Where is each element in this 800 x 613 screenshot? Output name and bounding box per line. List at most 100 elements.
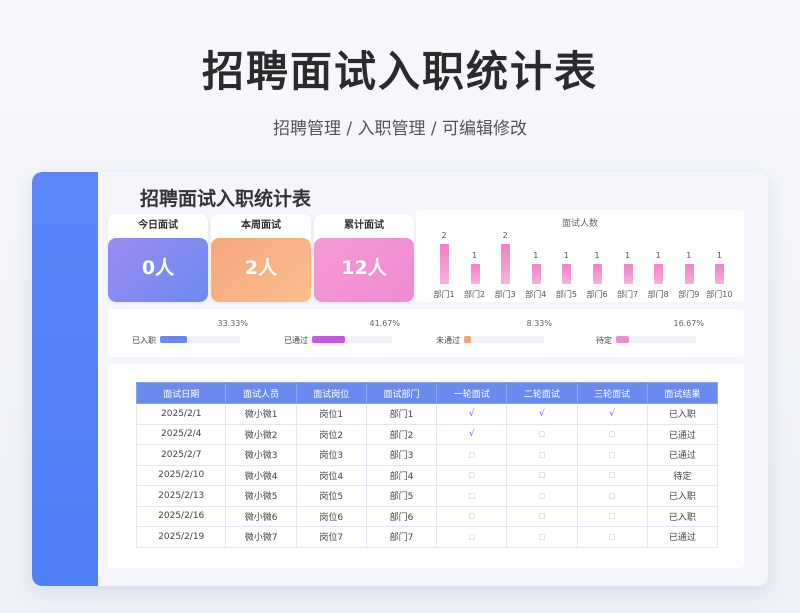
table-cell[interactable]: 已入职 — [646, 505, 719, 527]
bar-value-label: 1 — [533, 251, 539, 260]
table-cell[interactable]: √ — [506, 403, 578, 425]
bar — [593, 264, 602, 284]
interview-table: 面试日期 面试人员 面试岗位 面试部门 一轮面试 二轮面试 三轮面试 面试结果 2025/2/… — [135, 382, 719, 548]
table-cell[interactable]: □ — [436, 526, 508, 548]
table-cell[interactable]: □ — [436, 464, 508, 486]
sidebar-accent — [32, 172, 98, 586]
table-row[interactable]: 2025/2/10 微小微4 岗位4 部门4 □ □ □ 待定 — [135, 464, 719, 486]
progress-fill — [312, 336, 346, 343]
result-progress-panel: 33.33% 已入职 41.67% 已通过 8.33% 未通过 16.67% 待定 — [108, 309, 744, 357]
progress-item: 33.33% 已入职 — [108, 309, 258, 357]
table-cell[interactable]: 2025/2/1 — [135, 403, 227, 425]
sheet-title: 招聘面试入职统计表 — [140, 188, 312, 210]
table-cell[interactable]: 微小微4 — [225, 464, 297, 486]
column-header[interactable]: 二轮面试 — [506, 382, 578, 404]
bar-value-label: 1 — [472, 251, 478, 260]
table-cell[interactable]: □ — [506, 464, 578, 486]
bar-column: 1 部门10 — [703, 210, 735, 302]
table-row[interactable]: 2025/2/7 微小微3 岗位3 部门3 □ □ □ 已通过 — [135, 444, 719, 466]
column-header[interactable]: 三轮面试 — [576, 382, 648, 404]
progress-label: 已通过 — [284, 336, 308, 345]
table-cell[interactable]: 已通过 — [646, 444, 719, 466]
table-cell[interactable]: 待定 — [646, 464, 719, 486]
progress-percent: 33.33% — [217, 319, 248, 328]
table-cell[interactable]: □ — [576, 485, 648, 507]
table-cell[interactable]: □ — [506, 444, 578, 466]
progress-item: 16.67% 待定 — [564, 309, 714, 357]
table-cell[interactable]: 微小微2 — [225, 423, 297, 445]
table-cell[interactable]: √ — [436, 403, 508, 425]
table-body: 2025/2/1 微小微1 岗位1 部门1 √ √ √ 已入职 2025/2/4 微小微2 岗位2 部… — [135, 403, 719, 548]
table-cell[interactable]: 岗位3 — [295, 444, 367, 466]
column-header[interactable]: 面试日期 — [135, 382, 227, 404]
table-cell[interactable]: 2025/2/7 — [135, 444, 227, 466]
table-cell[interactable]: 岗位5 — [295, 485, 367, 507]
table-cell[interactable]: 2025/2/13 — [135, 485, 227, 507]
bar — [715, 264, 725, 284]
table-cell[interactable]: 2025/2/10 — [135, 464, 227, 486]
table-cell[interactable]: 微小微1 — [225, 403, 297, 425]
table-row[interactable]: 2025/2/4 微小微2 岗位2 部门2 √ □ □ 已通过 — [135, 423, 719, 445]
table-cell[interactable]: 已入职 — [646, 403, 719, 425]
stat-value: 0人 — [108, 238, 208, 302]
table-cell[interactable]: □ — [506, 505, 578, 527]
table-cell[interactable]: □ — [576, 423, 648, 445]
bar — [470, 264, 480, 284]
stat-week: 本周面试 2人 — [211, 214, 311, 302]
table-cell[interactable]: √ — [436, 423, 508, 445]
bar-value-label: 1 — [716, 251, 722, 260]
bar — [684, 264, 694, 284]
table-cell[interactable]: □ — [506, 526, 578, 548]
bar-value-label: 2 — [502, 231, 508, 240]
column-header[interactable]: 面试部门 — [365, 382, 438, 404]
table-cell[interactable]: □ — [576, 505, 648, 527]
stat-value: 2人 — [211, 238, 311, 302]
table-cell[interactable]: □ — [576, 444, 648, 466]
table-cell[interactable]: 微小微5 — [225, 485, 297, 507]
table-cell[interactable]: 部门3 — [365, 444, 438, 466]
table-cell[interactable]: □ — [436, 505, 508, 527]
table-cell[interactable]: □ — [576, 526, 648, 548]
column-header[interactable]: 面试结果 — [646, 382, 719, 404]
table-cell[interactable]: 已通过 — [646, 423, 719, 445]
table-cell[interactable]: √ — [576, 403, 648, 425]
bar-chart: 面试人数 2 部门1 1 部门2 2 部门3 1 部门4 1 部门5 1 部门6 1 部门7 1 部门8 1 部门… — [416, 210, 744, 302]
table-cell[interactable]: 部门2 — [365, 423, 438, 445]
stat-label: 本周面试 — [211, 214, 311, 238]
table-cell[interactable]: 部门5 — [365, 485, 438, 507]
table-cell[interactable]: 已通过 — [646, 526, 719, 548]
table-row[interactable]: 2025/2/16 微小微6 岗位6 部门6 □ □ □ 已入职 — [135, 505, 719, 527]
column-header[interactable]: 一轮面试 — [436, 382, 508, 404]
table-cell[interactable]: □ — [506, 423, 578, 445]
table-row[interactable]: 2025/2/19 微小微7 岗位7 部门7 □ □ □ 已通过 — [135, 526, 719, 548]
progress-label: 未通过 — [436, 336, 460, 345]
table-cell[interactable]: 岗位1 — [295, 403, 367, 425]
table-cell[interactable]: 2025/2/16 — [135, 505, 227, 527]
table-cell[interactable]: 2025/2/19 — [135, 526, 227, 548]
table-cell[interactable]: 已入职 — [646, 485, 719, 507]
table-cell[interactable]: 部门7 — [365, 526, 438, 548]
table-cell[interactable]: 微小微7 — [225, 526, 297, 548]
column-header[interactable]: 面试人员 — [225, 382, 297, 404]
table-cell[interactable]: 岗位7 — [295, 526, 367, 548]
progress-item: 8.33% 未通过 — [412, 309, 562, 357]
bar — [531, 264, 541, 284]
table-row[interactable]: 2025/2/1 微小微1 岗位1 部门1 √ √ √ 已入职 — [135, 403, 719, 425]
table-cell[interactable]: □ — [506, 485, 578, 507]
table-cell[interactable]: 微小微6 — [225, 505, 297, 527]
table-cell[interactable]: 岗位2 — [295, 423, 367, 445]
table-row[interactable]: 2025/2/13 微小微5 岗位5 部门5 □ □ □ 已入职 — [135, 485, 719, 507]
column-header[interactable]: 面试岗位 — [295, 382, 367, 404]
table-cell[interactable]: □ — [436, 485, 508, 507]
table-cell[interactable]: □ — [436, 444, 508, 466]
table-cell[interactable]: 岗位4 — [295, 464, 367, 486]
table-cell[interactable]: 微小微3 — [225, 444, 297, 466]
table-cell[interactable]: 岗位6 — [295, 505, 367, 527]
table-cell[interactable]: 部门4 — [365, 464, 438, 486]
progress-track — [616, 336, 696, 343]
table-cell[interactable]: 部门1 — [365, 403, 438, 425]
bar-value-label: 1 — [686, 251, 692, 260]
table-cell[interactable]: □ — [576, 464, 648, 486]
table-cell[interactable]: 部门6 — [365, 505, 438, 527]
table-cell[interactable]: 2025/2/4 — [135, 423, 227, 445]
